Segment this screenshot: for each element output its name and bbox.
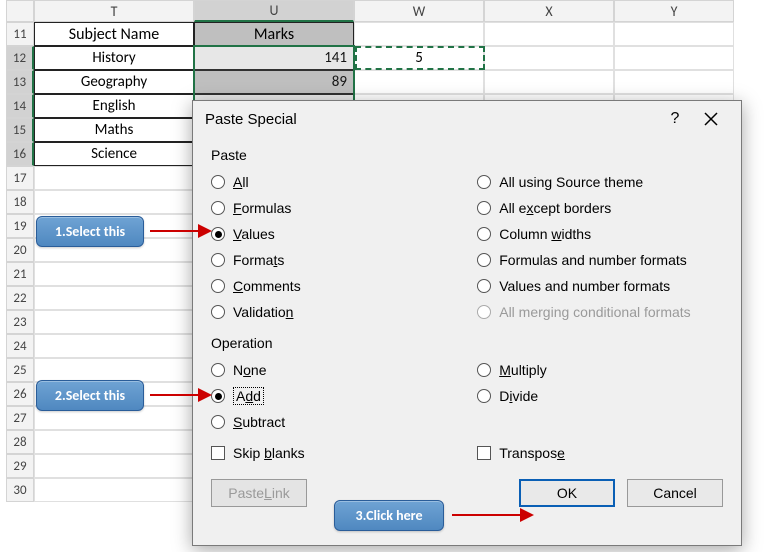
cell-T30[interactable]	[34, 478, 194, 502]
col-header-X[interactable]: X	[484, 0, 614, 22]
help-button[interactable]: ?	[657, 105, 693, 133]
cell-W12[interactable]: 5	[354, 46, 484, 70]
cell-T29[interactable]	[34, 454, 194, 478]
cell-T17[interactable]	[34, 166, 194, 190]
row-header-18[interactable]: 18	[6, 190, 34, 214]
row-header-25[interactable]: 25	[6, 358, 34, 382]
cell-T23[interactable]	[34, 310, 194, 334]
row-header-17[interactable]: 17	[6, 166, 34, 190]
arrow-3	[452, 514, 532, 516]
cancel-button[interactable]: Cancel	[627, 479, 723, 507]
radio-all[interactable]: All	[211, 169, 477, 195]
radio-values[interactable]: Values	[211, 221, 477, 247]
cell-U13[interactable]: 89	[194, 70, 354, 94]
radio-divide[interactable]: Divide	[477, 383, 723, 409]
cell-W13[interactable]	[354, 70, 484, 94]
paste-link-button: Paste Link	[211, 479, 307, 507]
row-header-27[interactable]: 27	[6, 406, 34, 430]
radio-formulas-number[interactable]: Formulas and number formats	[477, 247, 723, 273]
radio-subtract[interactable]: Subtract	[211, 409, 477, 435]
cell-Y13[interactable]	[614, 70, 734, 94]
row-header-15[interactable]: 15	[6, 118, 34, 142]
cell-T25[interactable]	[34, 358, 194, 382]
row-header-21[interactable]: 21	[6, 262, 34, 286]
radio-formulas[interactable]: Formulas	[211, 195, 477, 221]
cell-T15[interactable]: Maths	[34, 118, 194, 142]
radio-add[interactable]: Add	[211, 383, 477, 409]
row-header-26[interactable]: 26	[6, 382, 34, 406]
row-header-19[interactable]: 19	[6, 214, 34, 238]
radio-merge-conditional: All merging conditional formats	[477, 299, 723, 325]
callout-3: 3.Click here	[334, 500, 444, 531]
radio-except-borders[interactable]: All except borders	[477, 195, 723, 221]
radio-column-widths[interactable]: Column widths	[477, 221, 723, 247]
cell-Y12[interactable]	[614, 46, 734, 70]
row-header-28[interactable]: 28	[6, 430, 34, 454]
cell-T22[interactable]	[34, 286, 194, 310]
check-transpose[interactable]: Transpose	[477, 445, 723, 461]
arrow-2	[150, 394, 210, 396]
close-icon	[704, 112, 718, 126]
cell-T12[interactable]: History	[34, 46, 194, 70]
row-header-20[interactable]: 20	[6, 238, 34, 262]
cell-X12[interactable]	[484, 46, 614, 70]
callout-1: 1.Select this	[36, 216, 144, 247]
row-header-11[interactable]: 11	[6, 22, 34, 46]
cell-T28[interactable]	[34, 430, 194, 454]
row-header-23[interactable]: 23	[6, 310, 34, 334]
ok-button[interactable]: OK	[519, 479, 615, 507]
row-header-12[interactable]: 12	[6, 46, 34, 70]
close-button[interactable]	[693, 105, 729, 133]
cell-U11[interactable]: Marks	[194, 22, 354, 46]
row-header-29[interactable]: 29	[6, 454, 34, 478]
cell-T21[interactable]	[34, 262, 194, 286]
col-header-W[interactable]: W	[354, 0, 484, 22]
row-header-14[interactable]: 14	[6, 94, 34, 118]
callout-2: 2.Select this	[36, 380, 144, 411]
cell-Y11[interactable]	[614, 22, 734, 46]
check-skip-blanks[interactable]: Skip blanks	[211, 445, 477, 461]
corner-header[interactable]	[6, 0, 34, 22]
cell-X13[interactable]	[484, 70, 614, 94]
radio-formats[interactable]: Formats	[211, 247, 477, 273]
radio-multiply[interactable]: Multiply	[477, 357, 723, 383]
row-header-24[interactable]: 24	[6, 334, 34, 358]
cell-T14[interactable]: English	[34, 94, 194, 118]
col-header-Y[interactable]: Y	[614, 0, 734, 22]
dialog-title: Paste Special	[205, 111, 297, 128]
cell-W11[interactable]	[354, 22, 484, 46]
col-header-T[interactable]: T	[34, 0, 194, 22]
radio-all-theme[interactable]: All using Source theme	[477, 169, 723, 195]
cell-T18[interactable]	[34, 190, 194, 214]
paste-special-dialog: Paste Special ? Paste All Formulas Value…	[192, 100, 742, 546]
radio-comments[interactable]: Comments	[211, 273, 477, 299]
cell-T24[interactable]	[34, 334, 194, 358]
row-header-22[interactable]: 22	[6, 286, 34, 310]
cell-T11[interactable]: Subject Name	[34, 22, 194, 46]
cell-X11[interactable]	[484, 22, 614, 46]
paste-group-label: Paste	[211, 147, 723, 163]
row-header-13[interactable]: 13	[6, 70, 34, 94]
arrow-1	[150, 230, 210, 232]
row-header-16[interactable]: 16	[6, 142, 34, 166]
radio-values-number[interactable]: Values and number formats	[477, 273, 723, 299]
operation-group-label: Operation	[211, 335, 723, 351]
cell-U12[interactable]: 141	[194, 46, 354, 70]
radio-none[interactable]: None	[211, 357, 477, 383]
col-header-U[interactable]: U	[194, 0, 354, 22]
cell-T13[interactable]: Geography	[34, 70, 194, 94]
radio-validation[interactable]: Validation	[211, 299, 477, 325]
row-header-30[interactable]: 30	[6, 478, 34, 502]
cell-T16[interactable]: Science	[34, 142, 194, 166]
